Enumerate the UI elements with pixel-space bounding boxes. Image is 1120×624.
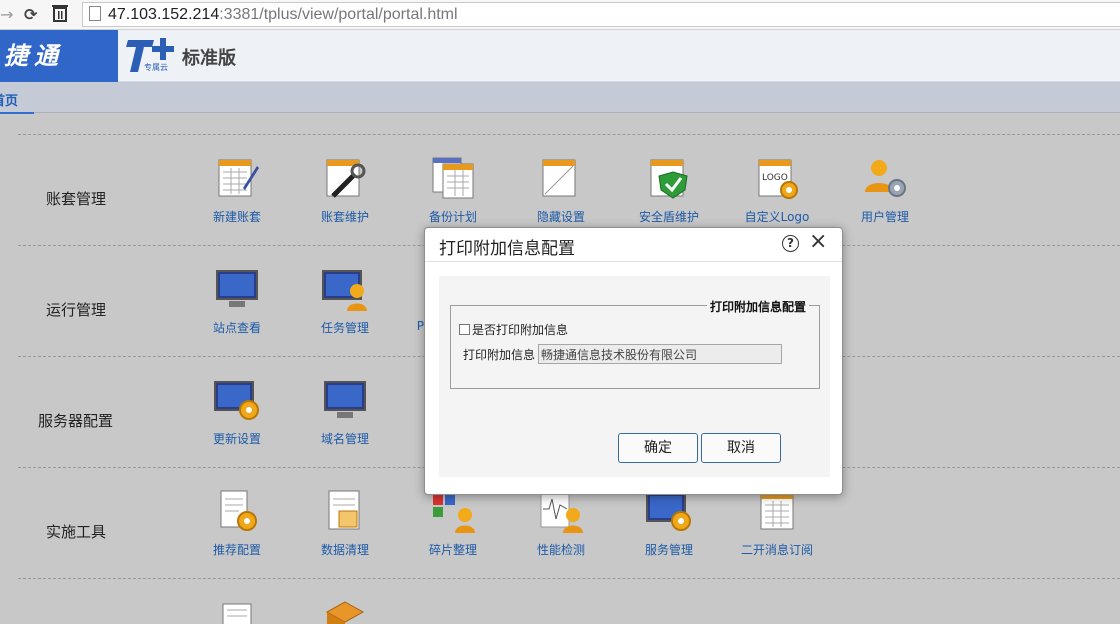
brand-name: 捷通 xyxy=(0,30,118,82)
tile-label: 碎片整理 xyxy=(428,543,477,557)
ok-button[interactable]: 确定 xyxy=(618,433,698,463)
tile-label: 更新设置 xyxy=(212,432,261,446)
tile-row5-box[interactable] xyxy=(305,598,385,624)
divider xyxy=(18,134,1120,135)
tile-defragment[interactable]: 碎片整理 xyxy=(413,487,493,558)
document-icon xyxy=(222,603,252,624)
print-info-field-label: 打印附加信息 xyxy=(463,348,536,362)
tile-label: 服务管理 xyxy=(644,543,693,557)
tile-label: 二开消息订阅 xyxy=(740,543,813,557)
checkbox-label: 是否打印附加信息 xyxy=(472,323,569,337)
tile-label: 性能检测 xyxy=(536,543,585,557)
shield-check-icon xyxy=(650,159,688,199)
tile-site-view[interactable]: 站点查看 xyxy=(197,265,277,336)
tile-recommended-config[interactable]: 推荐配置 xyxy=(197,487,277,558)
tab-strip: 首页 xyxy=(0,82,1120,115)
print-info-checkbox-row[interactable]: 是否打印附加信息 xyxy=(459,321,568,338)
tile-label: 备份计划 xyxy=(428,210,477,224)
print-info-checkbox[interactable] xyxy=(459,324,470,335)
monitor-icon xyxy=(324,381,366,418)
divider xyxy=(18,578,1120,579)
document-cleanup-icon xyxy=(328,490,360,530)
print-info-input[interactable] xyxy=(538,344,782,364)
svg-text:LOGO: LOGO xyxy=(762,173,788,183)
cancel-button[interactable]: 取消 xyxy=(701,433,781,463)
tab-home[interactable]: 首页 xyxy=(0,90,34,115)
tile-row5-document[interactable] xyxy=(197,598,277,624)
trash-icon[interactable] xyxy=(52,4,68,28)
tile-label: 隐藏设置 xyxy=(536,210,585,224)
tile-hidden-settings[interactable]: 隐藏设置 xyxy=(521,154,601,225)
document-gear-icon xyxy=(220,490,257,531)
reload-icon[interactable]: ⟳ xyxy=(24,4,37,26)
close-icon[interactable]: × xyxy=(809,229,827,255)
tile-new-account[interactable]: 新建账套 xyxy=(197,154,277,225)
ledger-hidden-icon xyxy=(542,159,576,197)
tile-label: 自定义Logo xyxy=(744,210,810,224)
tile-label: 用户管理 xyxy=(860,210,909,224)
monitor-icon xyxy=(216,270,258,307)
browser-toolbar: → ⟳ 47.103.152.214:3381/tplus/view/porta… xyxy=(0,0,1120,30)
dialog-body: 打印附加信息配置 是否打印附加信息 打印附加信息 确定 取消 xyxy=(439,276,830,477)
tile-label: 推荐配置 xyxy=(212,543,261,557)
tile-data-cleanup[interactable]: 数据清理 xyxy=(305,487,385,558)
app-header: 捷通 专属云 标准版 xyxy=(0,30,1120,82)
monitor-user-icon xyxy=(322,270,367,311)
logo-sub: 专属云 xyxy=(144,63,168,72)
address-bar[interactable]: 47.103.152.214:3381/tplus/view/portal/po… xyxy=(82,2,1120,27)
section-account-label: 账套管理 xyxy=(46,190,107,208)
monitor-gear-icon xyxy=(214,381,259,420)
tile-label: 新建账套 xyxy=(212,210,261,224)
tile-message-subscription[interactable]: 二开消息订阅 xyxy=(737,487,817,558)
help-icon[interactable]: ? xyxy=(782,235,799,252)
tile-performance-check[interactable]: 性能检测 xyxy=(521,487,601,558)
tile-domain-management[interactable]: 域名管理 xyxy=(305,376,385,447)
edition-label: 标准版 xyxy=(182,48,236,69)
section-runtime-label: 运行管理 xyxy=(46,301,107,319)
tile-label: 域名管理 xyxy=(320,432,369,446)
dialog-header-divider xyxy=(425,261,842,262)
page-icon xyxy=(89,6,101,21)
url-host: 47.103.152.214 xyxy=(108,6,220,23)
fieldset-legend: 打印附加信息配置 xyxy=(706,298,809,315)
tile-label: 任务管理 xyxy=(320,321,369,335)
tile-update-settings[interactable]: 更新设置 xyxy=(197,376,277,447)
tile-label: 账套维护 xyxy=(320,210,369,224)
tile-label: 站点查看 xyxy=(212,321,261,335)
tile-account-maintenance[interactable]: 账套维护 xyxy=(305,154,385,225)
tile-backup-plan[interactable]: 备份计划 xyxy=(413,154,493,225)
tile-custom-logo[interactable]: LOGO 自定义Logo xyxy=(737,154,817,225)
url-path: :3381/tplus/view/portal/portal.html xyxy=(219,6,458,23)
user-gear-icon xyxy=(865,160,906,197)
tile-service-management[interactable]: 服务管理 xyxy=(629,487,709,558)
section-tools-label: 实施工具 xyxy=(46,523,107,541)
tile-user-management[interactable]: 用户管理 xyxy=(845,154,925,225)
tplus-logo: 专属云 xyxy=(124,36,180,76)
section-server-label: 服务器配置 xyxy=(38,412,114,430)
print-info-dialog: 打印附加信息配置 ? × 打印附加信息配置 是否打印附加信息 打印附加信息 确定… xyxy=(424,227,843,495)
tile-security-shield[interactable]: 安全盾维护 xyxy=(629,154,709,225)
ledger-pen-icon xyxy=(218,159,259,197)
box-icon xyxy=(325,601,365,624)
logo-gear-icon: LOGO xyxy=(758,159,798,199)
print-info-fieldset: 打印附加信息配置 是否打印附加信息 打印附加信息 xyxy=(450,298,820,389)
ledger-wrench-icon xyxy=(326,159,366,198)
tile-label: 安全盾维护 xyxy=(638,210,699,224)
tile-label: 数据清理 xyxy=(320,543,369,557)
ledger-stack-icon xyxy=(432,157,474,199)
forward-icon[interactable]: → xyxy=(0,4,13,26)
dialog-title: 打印附加信息配置 xyxy=(439,239,575,259)
tile-task-management[interactable]: 任务管理 xyxy=(305,265,385,336)
